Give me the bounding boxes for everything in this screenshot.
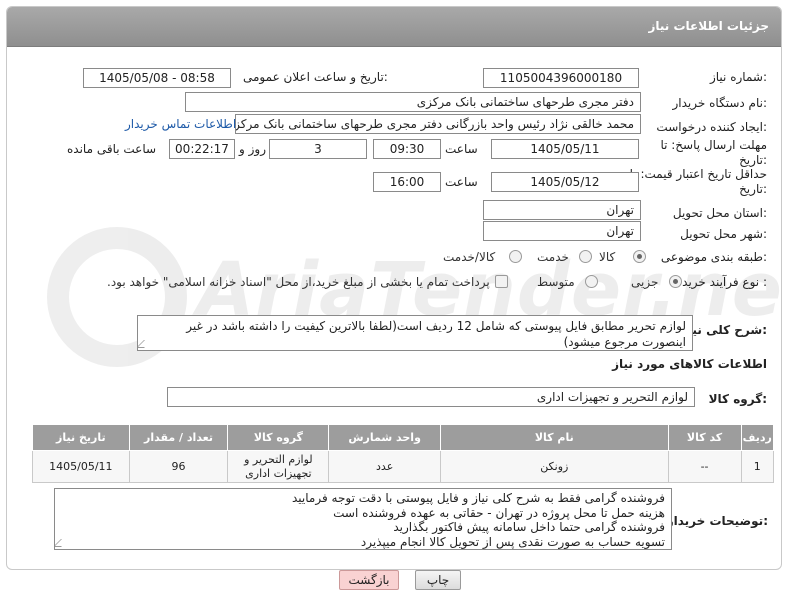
province-field: تهران	[483, 200, 641, 220]
requester-label: ایجاد کننده درخواست:	[656, 120, 767, 134]
buyer-note-line: هزینه حمل تا محل پروژه در تهران - حقاتی …	[333, 505, 665, 520]
description-textarea: لوازم تحریر مطابق فایل پیوستی که شامل 12…	[137, 315, 693, 351]
buyer-note-line: فروشنده گرامی حتما داخل سامانه پیش فاکتو…	[393, 520, 665, 534]
cell-qty: 96	[128, 450, 229, 483]
category-option-goods: کالا	[599, 250, 616, 264]
deadline-days-field: 3	[269, 139, 367, 159]
process-option-medium: متوسط	[537, 275, 575, 289]
category-radio-goods[interactable]	[633, 250, 646, 263]
province-label: استان محل تحویل:	[672, 206, 767, 220]
buyer-org-label: نام دستگاه خریدار:	[672, 96, 768, 110]
col-row: ردیف	[740, 424, 775, 451]
description-text: لوازم تحریر مطابق فایل پیوستی که شامل 12…	[186, 319, 686, 349]
treasury-payment-note: پرداخت تمام یا بخشی از مبلغ خرید،از محل …	[107, 275, 490, 289]
deadline-label: مهلت ارسال پاسخ: تا تاریخ:	[660, 138, 767, 167]
process-option-minor: جزیی	[631, 275, 659, 289]
deadline-days-label: روز و	[239, 142, 266, 156]
category-label: طبقه بندی موضوعی:	[660, 250, 767, 264]
remaining-time-field: 00:22:17	[169, 139, 235, 159]
city-label: شهر محل تحویل:	[680, 227, 767, 241]
category-option-goods-service: کالا/خدمت	[443, 250, 496, 264]
goods-section-title: اطلاعات کالاهای مورد نیاز	[612, 357, 767, 371]
remaining-time-label: ساعت باقی مانده	[67, 142, 157, 156]
treasury-payment-checkbox[interactable]	[495, 275, 508, 288]
goods-table-header: ردیف کد کالا نام کالا واحد شمارش گروه کا…	[32, 424, 775, 451]
print-button[interactable]: چاپ	[415, 570, 461, 590]
cell-code: --	[667, 450, 742, 483]
announce-datetime-field: 1405/05/08 - 08:58	[83, 68, 231, 88]
cell-group: لوازم التحریر و تجهیزات اداری	[227, 450, 330, 483]
category-radio-service[interactable]	[579, 250, 592, 263]
category-option-service: خدمت	[537, 250, 569, 264]
col-unit: واحد شمارش	[328, 424, 441, 451]
need-number-field: 1105004396000180	[483, 68, 639, 88]
need-number-label: شماره نیاز:	[709, 70, 767, 84]
goods-group-field: لوازم التحریر و تجهیزات اداری	[167, 387, 695, 407]
cell-unit: عدد	[328, 450, 441, 483]
goods-group-label: گروه کالا:	[708, 392, 767, 406]
price-validity-time-label: ساعت	[445, 175, 478, 189]
buyer-org-field: دفتر مجری طرحهای ساختمانی بانک مرکزی	[185, 92, 641, 112]
resize-handle-icon[interactable]	[138, 340, 152, 348]
cell-name: زونکن	[439, 450, 669, 483]
city-field: تهران	[483, 221, 641, 241]
buyer-note-line: تسویه حساب به صورت نقدی پس از تحویل کالا…	[360, 534, 665, 549]
price-validity-label: حداقل تاریخ اعتبار قیمت: تا تاریخ:	[629, 167, 767, 196]
buyer-notes-label: توضیحات خریدار:	[666, 514, 768, 528]
panel-title: جزئیات اطلاعات نیاز	[648, 19, 769, 33]
purchase-process-label: نوع فرآیند خرید :	[682, 275, 767, 289]
deadline-date-field: 1405/05/11	[491, 139, 639, 159]
back-button[interactable]: بازگشت	[339, 570, 399, 590]
price-validity-time-field: 16:00	[373, 172, 441, 192]
price-validity-date-field: 1405/05/12	[491, 172, 639, 192]
cell-date: 1405/05/11	[32, 450, 130, 483]
deadline-time-label: ساعت	[445, 142, 478, 156]
need-details-panel: جزئیات اطلاعات نیاز AriaTender.net شماره…	[6, 6, 782, 570]
col-date: تاریخ نیاز	[32, 424, 130, 451]
requester-field: محمد خالقی نژاد رئیس واحد بازرگانی دفتر …	[235, 114, 641, 134]
panel-header: جزئیات اطلاعات نیاز	[7, 7, 781, 47]
buyer-note-line: فروشنده گرامی فقط به شرح کلی نیاز و فایل…	[292, 491, 665, 505]
col-qty: تعداد / مقدار	[128, 424, 229, 451]
goods-table: ردیف کد کالا نام کالا واحد شمارش گروه کا…	[32, 424, 775, 483]
buyer-notes-textarea: فروشنده گرامی فقط به شرح کلی نیاز و فایل…	[54, 488, 672, 550]
process-radio-minor[interactable]	[669, 275, 682, 288]
buyer-contact-link[interactable]: اطلاعات تماس خریدار	[125, 117, 236, 131]
category-radio-goods-service[interactable]	[509, 250, 522, 263]
process-radio-medium[interactable]	[585, 275, 598, 288]
deadline-time-field: 09:30	[373, 139, 441, 159]
col-name: نام کالا	[439, 424, 669, 451]
table-row: 1 -- زونکن عدد لوازم التحریر و تجهیزات ا…	[32, 450, 775, 483]
col-group: گروه کالا	[227, 424, 330, 451]
col-code: کد کالا	[667, 424, 742, 451]
announce-datetime-label: تاریخ و ساعت اعلان عمومی:	[243, 70, 388, 84]
description-label: شرح کلی نیاز:	[681, 323, 767, 337]
cell-row: 1	[740, 450, 775, 483]
